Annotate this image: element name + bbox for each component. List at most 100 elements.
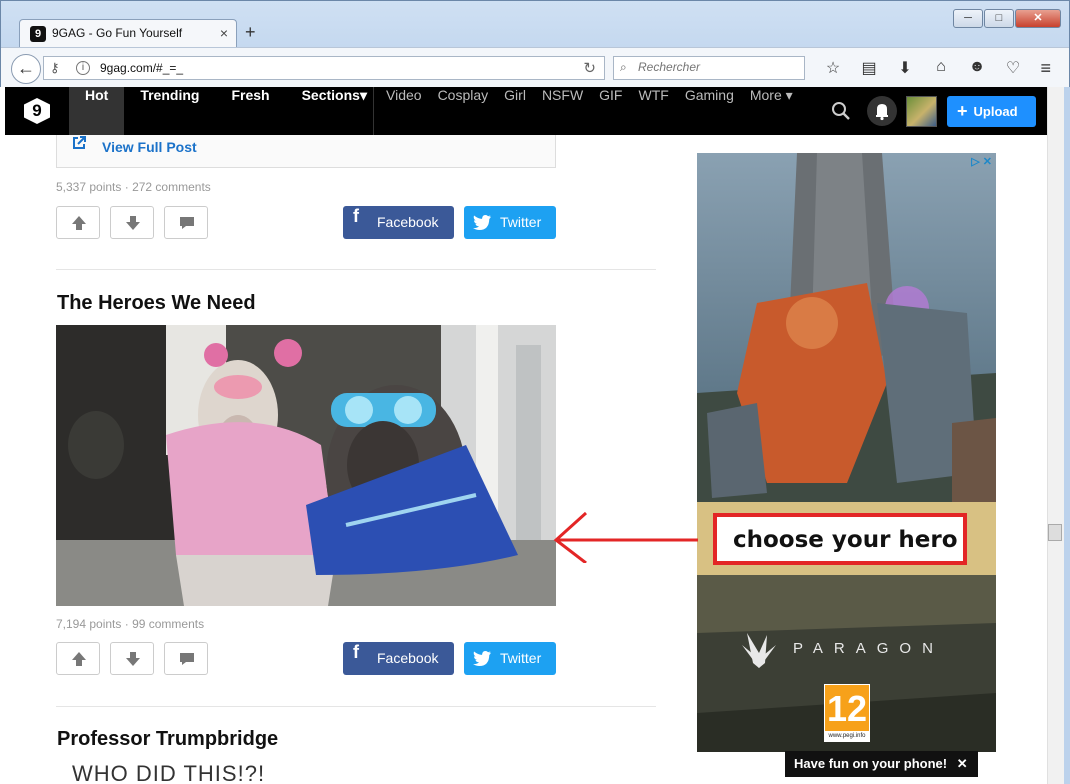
twitter-share-button[interactable]: Twitter [464, 642, 556, 675]
dogs-illustration [56, 325, 556, 606]
hamburger-menu-icon[interactable]: ≡ [1040, 58, 1051, 79]
post-meta: 7,194 points · 99 comments [56, 617, 204, 631]
view-full-post-box[interactable]: View Full Post [56, 135, 556, 168]
twitter-bird-icon [473, 215, 491, 230]
nav-trending[interactable]: Trending [124, 87, 215, 135]
scrollbar-thumb[interactable] [1048, 524, 1062, 541]
search-icon: ⌕ [620, 60, 627, 74]
points-link[interactable]: 7,194 points [56, 617, 121, 631]
new-tab-button[interactable]: + [245, 22, 256, 43]
feed-content: View Full Post 5,337 points · 272 commen… [0, 135, 1047, 784]
post-divider [56, 706, 656, 707]
downvote-button[interactable] [110, 642, 154, 675]
nav-fresh[interactable]: Fresh [215, 87, 285, 135]
notifications-bell-icon[interactable] [867, 96, 897, 126]
9gag-logo[interactable]: 9 [5, 87, 69, 135]
upvote-button[interactable] [56, 206, 100, 239]
browser-search-bar[interactable]: ⌕ [613, 56, 805, 80]
search-icon[interactable] [831, 101, 851, 121]
nav-hot[interactable]: Hot [69, 87, 125, 135]
mobile-promo-toast[interactable]: Have fun on your phone! ✕ [785, 751, 978, 777]
browser-search-input[interactable] [638, 60, 798, 74]
ad-brand-name: PARAGON [793, 640, 944, 657]
browser-chrome: 9 9GAG - Go Fun Yourself × + ─ □ ✕ ← ⚷ i… [0, 0, 1070, 87]
9gag-favicon-icon: 9 [30, 26, 46, 42]
facebook-share-button[interactable]: f Facebook [343, 206, 454, 239]
url-text[interactable]: 9gag.com/#_=_ [100, 61, 183, 75]
external-link-icon [73, 136, 86, 149]
plus-icon: + [957, 101, 968, 121]
upvote-button[interactable] [56, 642, 100, 675]
section-nsfw[interactable]: NSFW [534, 87, 591, 135]
main-nav: Hot Trending Fresh Sections▾ [69, 87, 383, 135]
view-full-post-link[interactable]: View Full Post [102, 139, 197, 155]
comment-button[interactable] [164, 642, 208, 675]
section-cosplay[interactable]: Cosplay [430, 87, 497, 135]
twitter-share-button[interactable]: Twitter [464, 206, 556, 239]
url-bar[interactable]: ⚷ i 9gag.com/#_=_ ↻ [43, 56, 605, 80]
facebook-label: Facebook [377, 214, 439, 230]
comments-link[interactable]: 272 comments [132, 180, 211, 194]
section-wtf[interactable]: WTF [631, 87, 677, 135]
navigation-toolbar: ← ⚷ i 9gag.com/#_=_ ↻ ⌕ ☆ ▤ ⬇ ⌂ ☻ ♡ ≡ [1, 47, 1069, 87]
star-icon[interactable]: ☆ [815, 58, 851, 78]
post-image-two-dogs[interactable] [56, 325, 556, 606]
ad-headline: choose your hero [733, 527, 958, 553]
user-avatar[interactable] [906, 96, 937, 127]
pocket-icon[interactable]: ♡ [995, 58, 1031, 78]
post-title[interactable]: The Heroes We Need [57, 292, 256, 315]
twitter-bird-icon [473, 651, 491, 666]
points-link[interactable]: 5,337 points [56, 180, 121, 194]
minimize-button[interactable]: ─ [953, 9, 983, 28]
downvote-button[interactable] [110, 206, 154, 239]
pegi-rating-number: 12 [826, 688, 868, 729]
window-frame-right [1064, 87, 1070, 784]
post-image-teaser-text[interactable]: WHO DID THIS!?! [72, 761, 265, 784]
adchoices-icon[interactable]: ▷ ✕ [971, 155, 992, 168]
download-icon[interactable]: ⬇ [887, 58, 923, 78]
info-icon[interactable]: i [76, 61, 90, 75]
maximize-button[interactable]: □ [984, 9, 1014, 28]
tab-close-icon[interactable]: × [220, 25, 228, 41]
9gag-logo-icon: 9 [24, 98, 50, 124]
section-girl[interactable]: Girl [496, 87, 534, 135]
browser-tab[interactable]: 9 9GAG - Go Fun Yourself × [19, 19, 237, 47]
section-gif[interactable]: GIF [591, 87, 630, 135]
nav-divider [373, 87, 374, 135]
arrow-up-icon [72, 652, 86, 666]
close-window-button[interactable]: ✕ [1015, 9, 1061, 28]
home-icon[interactable]: ⌂ [923, 58, 959, 78]
section-video[interactable]: Video [378, 87, 430, 135]
meta-separator: · [124, 180, 129, 194]
section-more-label: More [749, 87, 782, 103]
comment-button[interactable] [164, 206, 208, 239]
twitter-label: Twitter [500, 650, 542, 666]
page-scrollbar[interactable] [1047, 87, 1064, 784]
post-meta: 5,337 points · 272 comments [56, 180, 211, 194]
back-button[interactable]: ← [11, 54, 41, 84]
comments-link[interactable]: 99 comments [132, 617, 204, 631]
ad-artwork [697, 153, 996, 752]
reading-list-icon[interactable]: ▤ [851, 58, 887, 78]
chevron-down-icon: ▾ [785, 87, 793, 103]
ad-headline-box: choose your hero [713, 513, 967, 565]
smiley-icon[interactable]: ☻ [959, 58, 995, 78]
toast-close-icon[interactable]: ✕ [957, 756, 968, 771]
upload-button[interactable]: + Upload [947, 96, 1036, 127]
reload-icon[interactable]: ↻ [583, 59, 596, 77]
key-icon[interactable]: ⚷ [50, 60, 60, 76]
window-controls: ─ □ ✕ [952, 9, 1061, 28]
arrow-down-icon [126, 216, 140, 230]
section-more[interactable]: More ▾ [742, 87, 801, 135]
advertisement-paragon[interactable]: ▷ ✕ choose your hero PARAGON 12 www.pegi… [697, 153, 996, 752]
site-header: 9 Hot Trending Fresh Sections▾ Video Cos… [5, 87, 1047, 135]
chevron-down-icon: ▾ [359, 87, 367, 103]
post-title[interactable]: Professor Trumpbridge [57, 728, 278, 751]
pegi-rating-badge: 12 www.pegi.info [824, 684, 870, 742]
arrow-up-icon [72, 216, 86, 230]
facebook-icon: f [353, 206, 359, 226]
section-gaming[interactable]: Gaming [677, 87, 742, 135]
annotation-arrow [553, 511, 698, 563]
comment-icon [180, 653, 194, 665]
facebook-share-button[interactable]: f Facebook [343, 642, 454, 675]
